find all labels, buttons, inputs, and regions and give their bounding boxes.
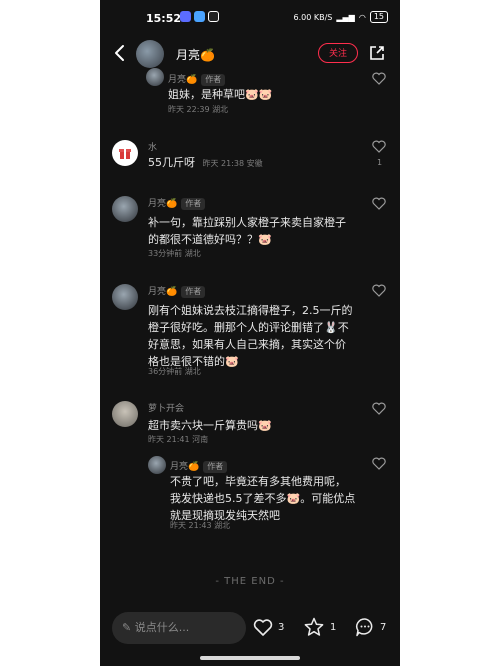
comment-username: 月亮🍊 作者 bbox=[148, 196, 206, 210]
author-name[interactable]: 月亮🍊 bbox=[176, 46, 215, 63]
status-app-icons bbox=[180, 11, 219, 22]
gift-icon bbox=[119, 149, 131, 159]
heart-icon[interactable] bbox=[371, 138, 387, 154]
comment-placeholder: 说点什么... bbox=[134, 621, 190, 634]
app-notification-icon bbox=[208, 11, 219, 22]
heart-icon[interactable] bbox=[371, 400, 387, 416]
comment-meta: 昨天 21:38 安徽 bbox=[202, 159, 263, 168]
comment-meta: 昨天 21:43 湖北 bbox=[170, 521, 231, 530]
comment-list: 月亮🍊 作者 姐妹，是种草吧🐷🐷 昨天 22:39 湖北 水 55几斤呀 昨天 2… bbox=[100, 68, 400, 614]
comment-meta: 昨天 22:39 湖北 bbox=[168, 105, 229, 114]
app-notification-icon bbox=[194, 11, 205, 22]
comment-text: 姐妹，是种草吧🐷🐷 bbox=[168, 88, 273, 101]
follow-button[interactable]: 关注 bbox=[318, 43, 358, 63]
comment-text: 补一句，靠拉踩别人家橙子来卖自家橙子的都很不道德好吗？？🐷 bbox=[148, 216, 346, 246]
bottom-bar: ✎ 说点什么... 3 1 7 bbox=[100, 606, 400, 650]
heart-icon[interactable] bbox=[371, 282, 387, 298]
comment-username: 萝卜开会 bbox=[148, 404, 185, 414]
comment-meta: 36分钟前 湖北 bbox=[148, 367, 201, 376]
comment-text: 55几斤呀 昨天 21:38 安徽 bbox=[148, 156, 263, 169]
heart-icon[interactable] bbox=[371, 70, 387, 86]
pencil-icon: ✎ bbox=[122, 621, 132, 634]
share-icon[interactable] bbox=[368, 44, 386, 62]
avatar[interactable] bbox=[112, 196, 138, 222]
comment-username: 月亮🍊 作者 bbox=[170, 459, 228, 473]
app-notification-icon bbox=[180, 11, 191, 22]
comment-input[interactable]: ✎ 说点什么... bbox=[112, 612, 246, 644]
avatar[interactable] bbox=[112, 140, 138, 166]
author-badge: 作者 bbox=[181, 198, 206, 210]
comment-text: 超市卖六块一斤算贵吗🐷 bbox=[148, 419, 272, 432]
star-icon[interactable] bbox=[303, 616, 325, 638]
avatar[interactable] bbox=[146, 68, 164, 86]
wifi-icon: ◠ bbox=[358, 12, 366, 22]
status-bar: 15:52 6.00 KB/S ▂▄▆ ◠ 15 bbox=[100, 0, 400, 34]
battery-indicator: 15 bbox=[369, 11, 388, 23]
phone-screen: 15:52 6.00 KB/S ▂▄▆ ◠ 15 月亮🍊 关注 月亮🍊 作者 姐… bbox=[100, 0, 400, 666]
top-header: 月亮🍊 关注 bbox=[100, 34, 400, 74]
like-count: 3 bbox=[278, 622, 285, 633]
home-indicator[interactable] bbox=[200, 656, 300, 660]
star-count: 1 bbox=[330, 622, 337, 633]
end-marker: - THE END - bbox=[215, 576, 285, 587]
comment-username: 水 bbox=[148, 143, 158, 153]
avatar[interactable] bbox=[148, 456, 166, 474]
author-avatar[interactable] bbox=[136, 40, 164, 68]
comment-username: 月亮🍊 作者 bbox=[168, 72, 226, 86]
comment-text: 刚有个姐妹说去枝江摘得橙子，2.5一斤的橙子很好吃。删那个人的评论删错了🐰不好意… bbox=[148, 304, 353, 368]
heart-icon[interactable] bbox=[252, 616, 274, 638]
comment-count: 7 bbox=[380, 622, 387, 633]
network-speed: 6.00 KB/S bbox=[293, 12, 333, 22]
comment-meta: 33分钟前 湖北 bbox=[148, 249, 201, 258]
back-arrow-icon[interactable] bbox=[110, 42, 130, 64]
heart-icon[interactable] bbox=[371, 195, 387, 211]
comment-bubble-icon[interactable] bbox=[354, 616, 376, 638]
avatar[interactable] bbox=[112, 284, 138, 310]
author-badge: 作者 bbox=[201, 74, 226, 86]
comment-username: 月亮🍊 作者 bbox=[148, 284, 206, 298]
like-count: 1 bbox=[377, 158, 383, 167]
heart-icon[interactable] bbox=[371, 455, 387, 471]
status-time: 15:52 bbox=[146, 12, 182, 25]
author-badge: 作者 bbox=[181, 286, 206, 298]
comment-text: 不贵了吧，毕竟还有多其他费用呢，我发快递也5.5了差不多🐷。可能优点就是现摘现发… bbox=[170, 475, 356, 522]
author-badge: 作者 bbox=[203, 461, 228, 473]
status-right: 6.00 KB/S ▂▄▆ ◠ 15 bbox=[293, 11, 388, 23]
comment-meta: 昨天 21:41 河南 bbox=[148, 435, 209, 444]
signal-icon: ▂▄▆ bbox=[336, 12, 355, 22]
avatar[interactable] bbox=[112, 401, 138, 427]
